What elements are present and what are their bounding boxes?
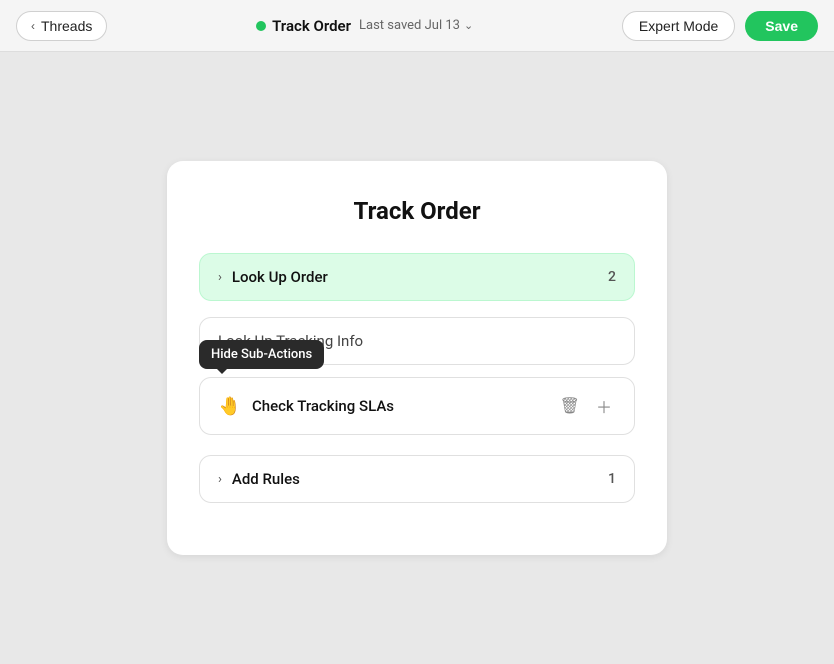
hand-icon: 🤚 (218, 396, 242, 417)
look-up-order-label: Look Up Order (232, 268, 598, 286)
main-content: Track Order › Look Up Order 2 Look Up Tr… (0, 52, 834, 664)
delete-icon-button[interactable]: 🗑 (556, 394, 584, 418)
workflow-title: Track Order (272, 17, 351, 35)
look-up-order-row[interactable]: › Look Up Order 2 (199, 253, 635, 301)
header-center: Track Order Last saved Jul 13 ⌄ (119, 17, 610, 35)
row-action-icons: 🗑 ＋ (556, 392, 616, 420)
chevron-right-icon-2: › (218, 472, 222, 487)
look-up-tracking-info-label: Look Up Tracking Info (218, 332, 616, 350)
sub-action-wrapper: Hide Sub-Actions 🤚 Check Tracking SLAs 🗑… (199, 377, 635, 435)
expert-mode-label: Expert Mode (639, 18, 718, 34)
check-tracking-slas-label: Check Tracking SLAs (252, 397, 546, 415)
card-title: Track Order (199, 197, 635, 225)
expert-mode-button[interactable]: Expert Mode (622, 11, 735, 41)
saved-label: Last saved Jul 13 (359, 18, 460, 33)
look-up-tracking-info-row[interactable]: Look Up Tracking Info (199, 317, 635, 365)
workflow-title-badge: Track Order (256, 17, 351, 35)
add-icon-button[interactable]: ＋ (592, 392, 616, 420)
chevron-left-icon: ‹ (31, 19, 35, 33)
trash-icon: 🗑 (560, 396, 580, 416)
back-label: Threads (41, 18, 92, 34)
save-label: Save (765, 18, 798, 34)
add-rules-badge: 1 (608, 471, 616, 487)
saved-info[interactable]: Last saved Jul 13 ⌄ (359, 18, 473, 33)
back-button[interactable]: ‹ Threads (16, 11, 107, 41)
add-rules-label: Add Rules (232, 470, 598, 488)
look-up-order-badge: 2 (608, 269, 616, 285)
app-header: ‹ Threads Track Order Last saved Jul 13 … (0, 0, 834, 52)
check-tracking-slas-row[interactable]: 🤚 Check Tracking SLAs 🗑 ＋ (199, 377, 635, 435)
chevron-right-icon: › (218, 270, 222, 285)
workflow-card: Track Order › Look Up Order 2 Look Up Tr… (167, 161, 667, 555)
add-rules-row[interactable]: › Add Rules 1 (199, 455, 635, 503)
save-button[interactable]: Save (745, 11, 818, 41)
plus-icon: ＋ (596, 394, 612, 418)
chevron-down-icon: ⌄ (464, 19, 473, 32)
status-dot (256, 21, 266, 31)
header-right: Expert Mode Save (622, 11, 818, 41)
